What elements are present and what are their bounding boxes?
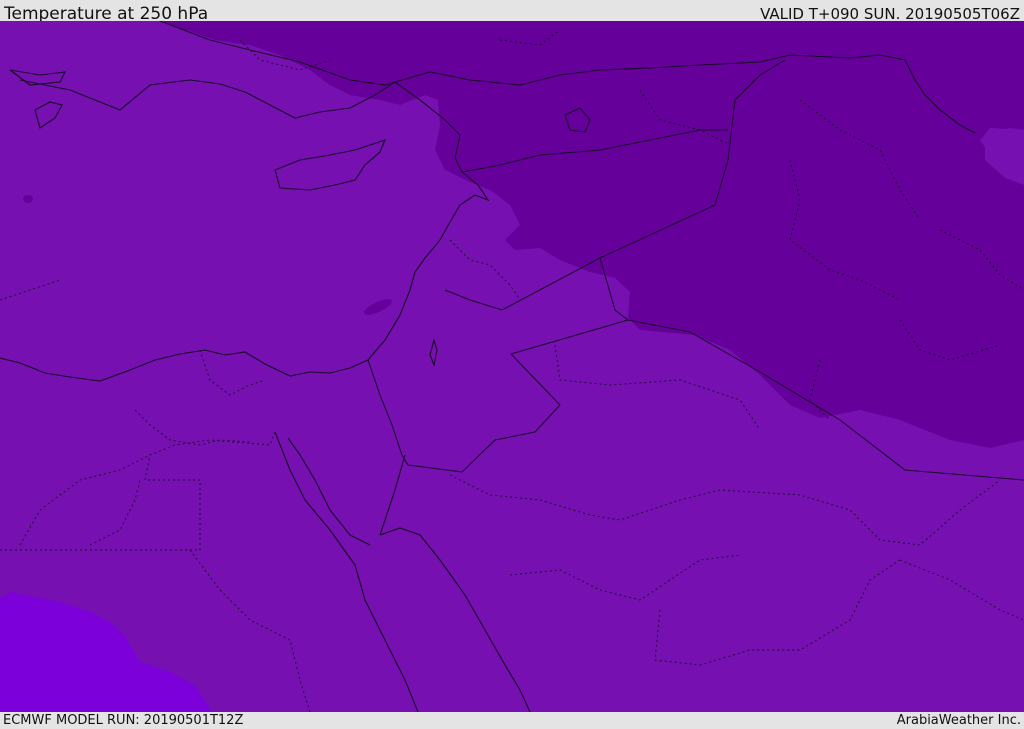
footer-bar: ECMWF MODEL RUN: 20190501T12Z ArabiaWeat… bbox=[0, 712, 1024, 729]
model-run-label: ECMWF MODEL RUN: 20190501T12Z bbox=[3, 713, 244, 728]
header-bar: Temperature at 250 hPa VALID T+090 SUN. … bbox=[0, 0, 1024, 24]
temperature-map bbox=[0, 21, 1024, 712]
cold-blob-west bbox=[23, 195, 33, 203]
credit-label: ArabiaWeather Inc. bbox=[896, 713, 1021, 728]
